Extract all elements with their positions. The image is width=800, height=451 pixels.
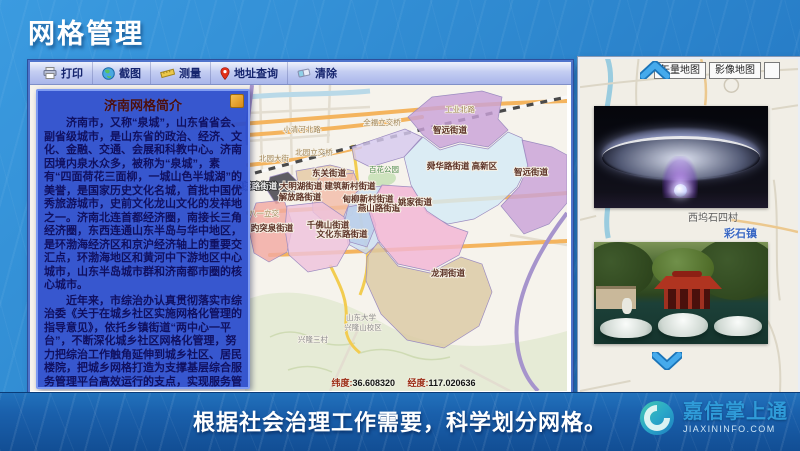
address-search-button[interactable]: 地址查询 bbox=[211, 62, 288, 84]
svg-text:北园大街: 北园大街 bbox=[259, 153, 289, 163]
svg-text:小清河北路: 小清河北路 bbox=[283, 124, 321, 134]
footer-band: 根据社会治理工作需要，科学划分网格。 嘉信掌上通 JIAXININFO.COM bbox=[0, 392, 800, 451]
photo-spring-pavilion[interactable] bbox=[594, 242, 768, 344]
snapshot-button[interactable]: 截图 bbox=[93, 62, 151, 84]
svg-text:兴隆山校区: 兴隆山校区 bbox=[344, 322, 382, 332]
svg-text:智远街道: 智远街道 bbox=[432, 125, 468, 135]
logo-swirl-icon bbox=[638, 399, 676, 437]
svg-text:文化东路街道: 文化东路街道 bbox=[316, 229, 368, 239]
map-window: 打印 截图 测量 地址查询 清除 bbox=[28, 60, 573, 396]
side-panel: 矢量地图 影像地图 西坞石四村 彩石镇 bbox=[578, 57, 800, 397]
snapshot-icon bbox=[102, 67, 115, 80]
pavilion-roof bbox=[654, 276, 722, 289]
svg-text:大明湖街道: 大明湖街道 bbox=[280, 181, 323, 191]
statue bbox=[622, 298, 632, 314]
latitude-value: 36.608320 bbox=[352, 378, 395, 388]
svg-text:东关街道: 东关街道 bbox=[312, 168, 347, 178]
latitude-label: 纬度: bbox=[331, 378, 352, 388]
photo-stadium-night[interactable] bbox=[594, 106, 768, 208]
info-panel-title: 济南网格简介 bbox=[38, 95, 248, 114]
map-area: 小清河北路 全福立交桥 工业北路 北园立交桥 北园大街 八一立交 百花公园 兴隆… bbox=[30, 85, 567, 391]
svg-text:北园立交桥: 北园立交桥 bbox=[295, 147, 333, 157]
svg-text:八一立交: 八一立交 bbox=[249, 208, 279, 218]
address-search-button-label: 地址查询 bbox=[234, 65, 278, 81]
longitude-label: 经度: bbox=[408, 378, 429, 388]
clear-button-label: 清除 bbox=[315, 65, 337, 81]
svg-text:龙洞街道: 龙洞街道 bbox=[430, 268, 466, 278]
svg-text:兴隆三村: 兴隆三村 bbox=[298, 334, 328, 344]
chevron-down-icon[interactable] bbox=[652, 352, 682, 370]
info-paragraph: 近年来，市综治办认真贯彻落实市综治委《关于在城乡社区实施网格化管理的指导意见》，… bbox=[44, 295, 242, 390]
side-map-label-village: 西坞石四村 bbox=[688, 209, 738, 224]
svg-text:舜华路街道 高新区: 舜华路街道 高新区 bbox=[427, 161, 498, 171]
company-logo: 嘉信掌上通 JIAXININFO.COM bbox=[638, 399, 788, 437]
svg-text:建筑新村街道: 建筑新村街道 bbox=[323, 181, 376, 191]
spring-rock bbox=[714, 316, 762, 336]
info-panel-body: 济南市，又称“泉城”，山东省省会、副省级城市，是山东省的政治、经济、文化、金融、… bbox=[38, 116, 248, 389]
side-map-buttons: 矢量地图 影像地图 bbox=[654, 62, 780, 79]
svg-text:百花公园: 百花公园 bbox=[369, 164, 399, 174]
logo-domain: JIAXININFO.COM bbox=[683, 425, 788, 434]
coordinates-status: 纬度:36.608320 经度:117.020636 bbox=[240, 376, 567, 389]
info-panel: 济南网格简介 济南市，又称“泉城”，山东省省会、副省级城市，是山东省的政治、经济… bbox=[36, 89, 250, 389]
svg-text:山东大学: 山东大学 bbox=[346, 312, 376, 322]
clear-button[interactable]: 清除 bbox=[288, 62, 346, 84]
more-button[interactable] bbox=[764, 62, 780, 79]
svg-text:工业北路: 工业北路 bbox=[445, 104, 475, 114]
image-map-button[interactable]: 影像地图 bbox=[709, 62, 761, 79]
ruler-icon bbox=[160, 67, 175, 79]
spring-rock bbox=[600, 318, 652, 338]
print-button-label: 打印 bbox=[61, 65, 83, 81]
logo-text: 嘉信掌上通 bbox=[683, 402, 788, 422]
svg-text:全福立交桥: 全福立交桥 bbox=[363, 117, 401, 127]
measure-button[interactable]: 测量 bbox=[151, 62, 211, 84]
map-toolbar: 打印 截图 测量 地址查询 清除 bbox=[30, 62, 571, 85]
longitude-value: 117.020636 bbox=[429, 378, 476, 388]
measure-button-label: 测量 bbox=[179, 65, 201, 81]
snapshot-button-label: 截图 bbox=[119, 65, 141, 81]
print-button[interactable]: 打印 bbox=[34, 62, 93, 84]
crowd-silhouette bbox=[594, 192, 768, 208]
eraser-icon bbox=[297, 67, 311, 79]
pavilion-ridge bbox=[672, 271, 702, 277]
svg-text:智远街道: 智远街道 bbox=[513, 167, 549, 177]
svg-text:燕山路街道: 燕山路街道 bbox=[358, 203, 401, 213]
svg-text:解放路街道: 解放路街道 bbox=[279, 192, 322, 202]
page-title: 网格管理 bbox=[28, 12, 144, 51]
panel-pin-icon[interactable] bbox=[230, 94, 244, 108]
map-pin-icon bbox=[220, 67, 230, 80]
chevron-up-icon[interactable] bbox=[640, 61, 670, 79]
spring-rock bbox=[658, 313, 708, 337]
svg-text:趵突泉街道: 趵突泉街道 bbox=[251, 223, 294, 233]
info-paragraph: 济南市，又称“泉城”，山东省省会、副省级城市，是山东省的政治、经济、文化、金融、… bbox=[44, 117, 242, 293]
side-map-label-town: 彩石镇 bbox=[724, 225, 757, 241]
svg-text:姚家街道: 姚家街道 bbox=[397, 197, 433, 207]
printer-icon bbox=[43, 67, 57, 79]
pavilion-body bbox=[664, 289, 710, 309]
